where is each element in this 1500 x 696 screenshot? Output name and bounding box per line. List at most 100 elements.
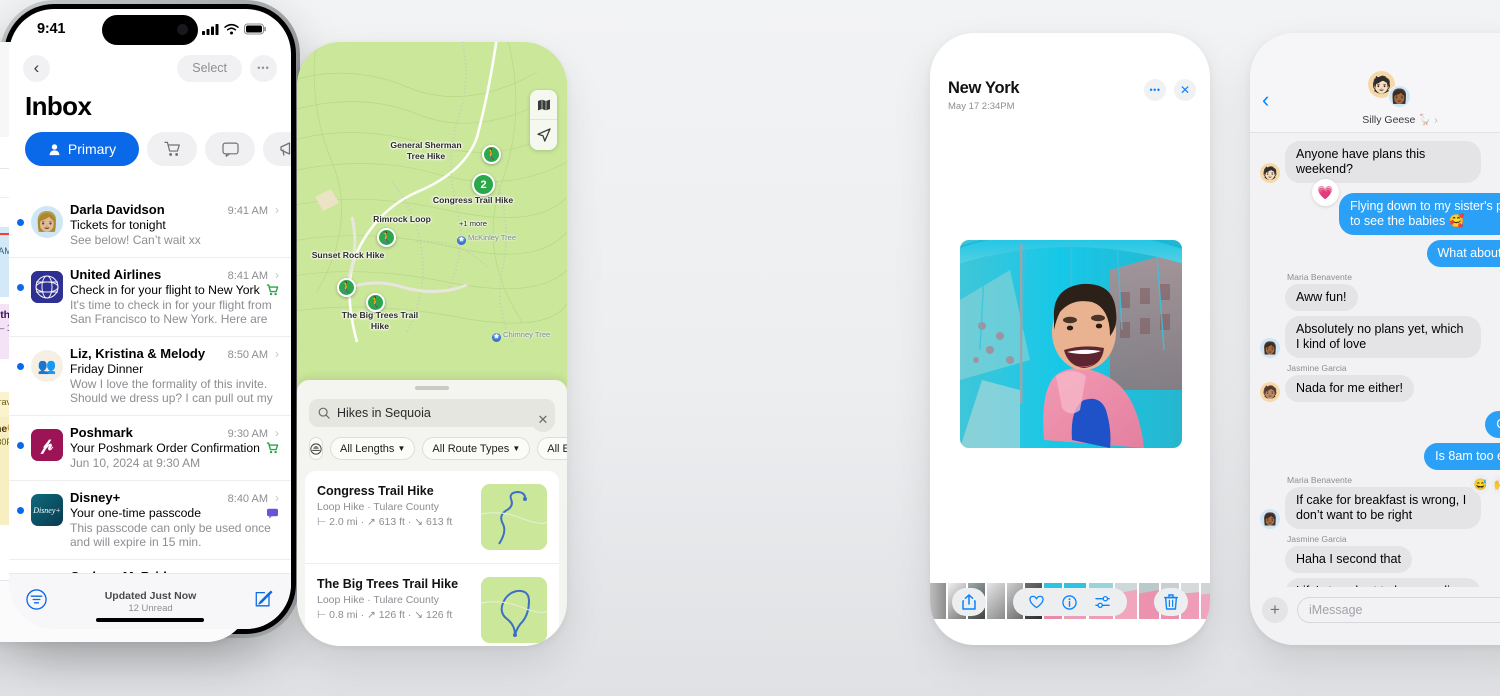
filter-all-route-types[interactable]: All Route Types ▼ (422, 437, 531, 460)
tab-label: Primary (67, 141, 117, 157)
avatar: 👩🏼 (31, 206, 63, 238)
tab-updates[interactable] (205, 132, 255, 166)
mail-row[interactable]: 👩🏼 Darla Davidson 9:41 AM › Tickets for … (9, 193, 291, 258)
more-icon[interactable]: ••• (1144, 79, 1166, 101)
result-row[interactable]: Congress Trail Hike Loop Hike · Tulare C… (305, 471, 559, 564)
result-row[interactable]: The Big Trees Trail Hike Loop Hike · Tul… (305, 564, 559, 646)
map-locate-icon[interactable] (530, 120, 557, 150)
close-icon[interactable]: ✕ (1174, 79, 1196, 101)
mail-row[interactable]: Disney+ Disney+ 8:40 AM › Your one-time … (9, 481, 291, 560)
message-bubble[interactable]: Nada for me either! (1285, 375, 1414, 402)
mail-sender: Darla Davidson (70, 202, 165, 217)
message-bubble[interactable]: Quick question (1485, 411, 1500, 438)
mail-time: 9:41 AM (227, 205, 268, 217)
sheet-grabber[interactable] (415, 386, 449, 390)
map-label-sunset-rock[interactable]: Sunset Rock Hike (305, 250, 391, 261)
filter-all-lengths[interactable]: All Lengths ▼ (330, 437, 416, 460)
message-row[interactable]: 🧑🏽 Nada for me either! (1260, 375, 1500, 402)
avatar-logo-disney: Disney+ (31, 494, 63, 526)
messages-thread[interactable]: 🧑🏻 Anyone have plans this weekend? Flyin… (1250, 133, 1500, 620)
message-row[interactable]: Quick question (1260, 411, 1500, 438)
message-row[interactable]: Flying down to my sister's place to see … (1260, 179, 1500, 235)
mail-message-list[interactable]: 👩🏼 Darla Davidson 9:41 AM › Tickets for … (9, 193, 291, 573)
result-metrics: ⊢ 2.0 mi · ↗ 613 ft · ↘ 613 ft (317, 516, 453, 528)
mail-row[interactable]: 👦🏼 Graham McBride 8:35 AM › Tell us if y… (9, 560, 291, 573)
tapback-heart[interactable]: 💗 (1312, 179, 1339, 206)
mail-update-status: Updated Just Now (104, 589, 197, 602)
map-pin-hike[interactable]: 🚶 (377, 228, 396, 247)
chat-icon (221, 142, 239, 157)
mail-time: 8:40 AM (227, 493, 268, 505)
map-pin-hike[interactable]: 🚶 (337, 278, 356, 297)
compose-icon[interactable] (254, 589, 274, 614)
back-button[interactable]: ‹ (23, 54, 50, 82)
message-row[interactable]: What about y'all? (1260, 240, 1500, 267)
share-icon[interactable] (952, 588, 986, 616)
back-chevron-icon[interactable]: ‹ (1262, 87, 1269, 113)
message-row[interactable]: Haha I second that (1260, 546, 1500, 573)
photo-viewer-image[interactable] (960, 240, 1182, 448)
tapback-emoji[interactable]: 😅 (1471, 475, 1490, 494)
search-icon (318, 407, 330, 419)
avatar: 🧑🏻 (1260, 163, 1280, 183)
mail-subject: Friday Dinner (70, 362, 144, 376)
map-label-general-sherman[interactable]: General Sherman Tree Hike (383, 140, 469, 162)
message-row[interactable]: 👩🏾 Absolutely no plans yet, which I kind… (1260, 316, 1500, 358)
map-poi-mckinley-tree[interactable]: ★ McKinley Tree (457, 233, 516, 245)
mail-subject: Tickets for tonight (70, 218, 166, 232)
message-bubble[interactable]: Aww fun! (1285, 284, 1358, 311)
mail-row[interactable]: 👥 Liz, Kristina & Melody 8:50 AM › Frida… (9, 337, 291, 416)
more-icon[interactable]: ••• (250, 54, 277, 82)
search-input[interactable]: Hikes in Sequoia (309, 399, 555, 427)
tab-transactions[interactable] (147, 132, 197, 166)
message-bubble[interactable]: Is 8am too early for cake? (1424, 443, 1500, 470)
tab-promotions[interactable] (263, 132, 291, 166)
favorite-icon[interactable] (1029, 595, 1044, 609)
trash-icon[interactable] (1154, 588, 1188, 616)
result-thumbnail (481, 577, 547, 643)
close-icon[interactable]: ✕ (531, 408, 555, 432)
map-pin-cluster[interactable]: 2 (472, 173, 495, 196)
battery-icon (244, 23, 266, 35)
mail-row[interactable]: 𝓅 Poshmark 9:30 AM › Your Poshmark Order… (9, 416, 291, 481)
mail-preview: Jun 10, 2024 at 9:30 AM (70, 456, 201, 470)
group-avatars[interactable]: 🧑🏻 👩🏾 (1368, 71, 1411, 108)
mail-time: 8:50 AM (227, 349, 268, 361)
message-bubble[interactable]: What about y'all? (1426, 240, 1500, 267)
message-bubble[interactable]: If cake for breakfast is wrong, I don’t … (1285, 487, 1481, 529)
message-row[interactable]: 🧑🏻 Anyone have plans this weekend? (1260, 141, 1500, 183)
mail-sender: United Airlines (70, 267, 162, 282)
filter-all-elevations[interactable]: All Elevations (537, 437, 567, 460)
unread-dot (17, 363, 24, 370)
group-name[interactable]: Silly Geese 🪿 › (1250, 113, 1500, 126)
mail-category-tabs: Primary (9, 132, 291, 177)
message-row[interactable]: Aww fun! (1260, 284, 1500, 311)
message-bubble[interactable]: Haha I second that (1285, 546, 1412, 573)
message-bubble[interactable]: Absolutely no plans yet, which I kind of… (1285, 316, 1481, 358)
map-label-congress-trail[interactable]: Congress Trail Hike (430, 195, 516, 206)
message-sender-name: Maria Benavente (1287, 475, 1352, 485)
message-row[interactable]: Is 8am too early for cake? (1260, 443, 1500, 470)
map-label-big-trees[interactable]: The Big Trees Trail Hike (337, 310, 423, 332)
select-button[interactable]: Select (177, 54, 242, 82)
chevron-down-icon: ▼ (397, 444, 406, 453)
message-bubble[interactable]: Flying down to my sister's place to see … (1339, 193, 1500, 235)
add-attachment-icon[interactable]: + (1262, 597, 1288, 623)
message-bubble[interactable]: Anyone have plans this weekend? (1285, 141, 1481, 183)
tapback-row[interactable]: 😅 🙌 🍰 (1471, 473, 1500, 496)
info-icon[interactable] (1062, 594, 1077, 610)
map-label-rimrock-loop[interactable]: Rimrock Loop (359, 214, 445, 225)
map-poi-chimney-tree[interactable]: ★ Chimney Tree (492, 330, 550, 342)
result-subtitle: Loop Hike · Tulare County (317, 501, 439, 513)
map-layers-icon[interactable] (530, 90, 557, 120)
filter-options-icon[interactable] (309, 437, 323, 460)
avatar-spacer (1260, 553, 1280, 573)
filter-icon[interactable] (26, 588, 47, 615)
tab-primary[interactable]: Primary (25, 132, 139, 166)
mail-row[interactable]: United Airlines 8:41 AM › Check in for y… (9, 258, 291, 337)
imessage-input[interactable]: iMessage (1297, 597, 1500, 623)
adjust-icon[interactable] (1095, 595, 1111, 609)
message-row[interactable]: 👩🏾 If cake for breakfast is wrong, I don… (1260, 487, 1500, 529)
map-pin-hike[interactable]: 🚶 (482, 145, 501, 164)
tapback-emoji[interactable]: 🙌 (1491, 475, 1500, 494)
